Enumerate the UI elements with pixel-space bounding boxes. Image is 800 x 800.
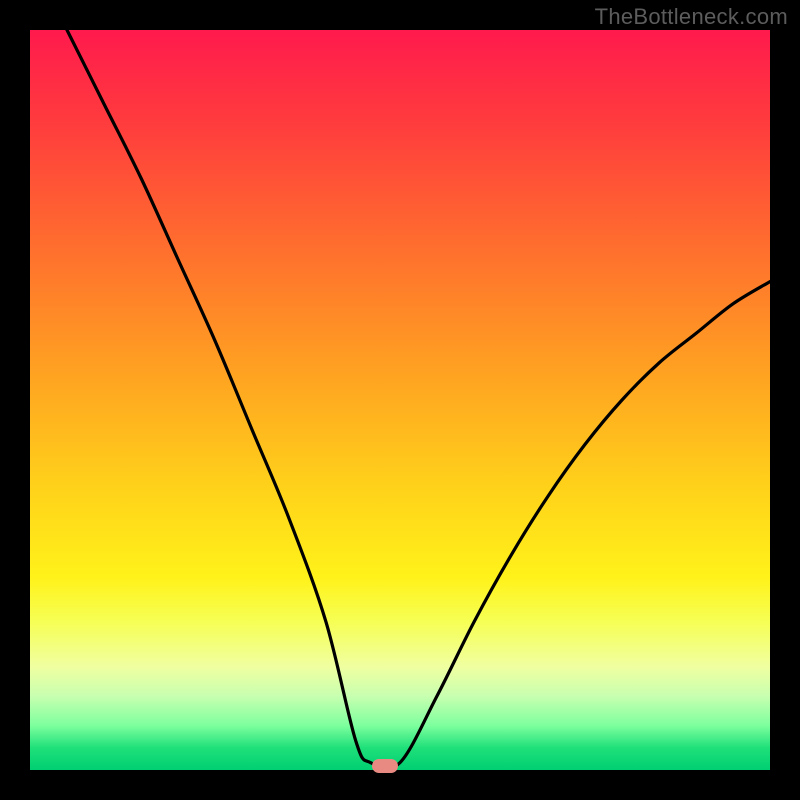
minimum-marker bbox=[372, 759, 398, 773]
bottleneck-curve bbox=[67, 30, 770, 768]
watermark-text: TheBottleneck.com bbox=[595, 4, 788, 30]
plot-area bbox=[30, 30, 770, 770]
curve-svg bbox=[30, 30, 770, 770]
chart-frame: TheBottleneck.com bbox=[0, 0, 800, 800]
